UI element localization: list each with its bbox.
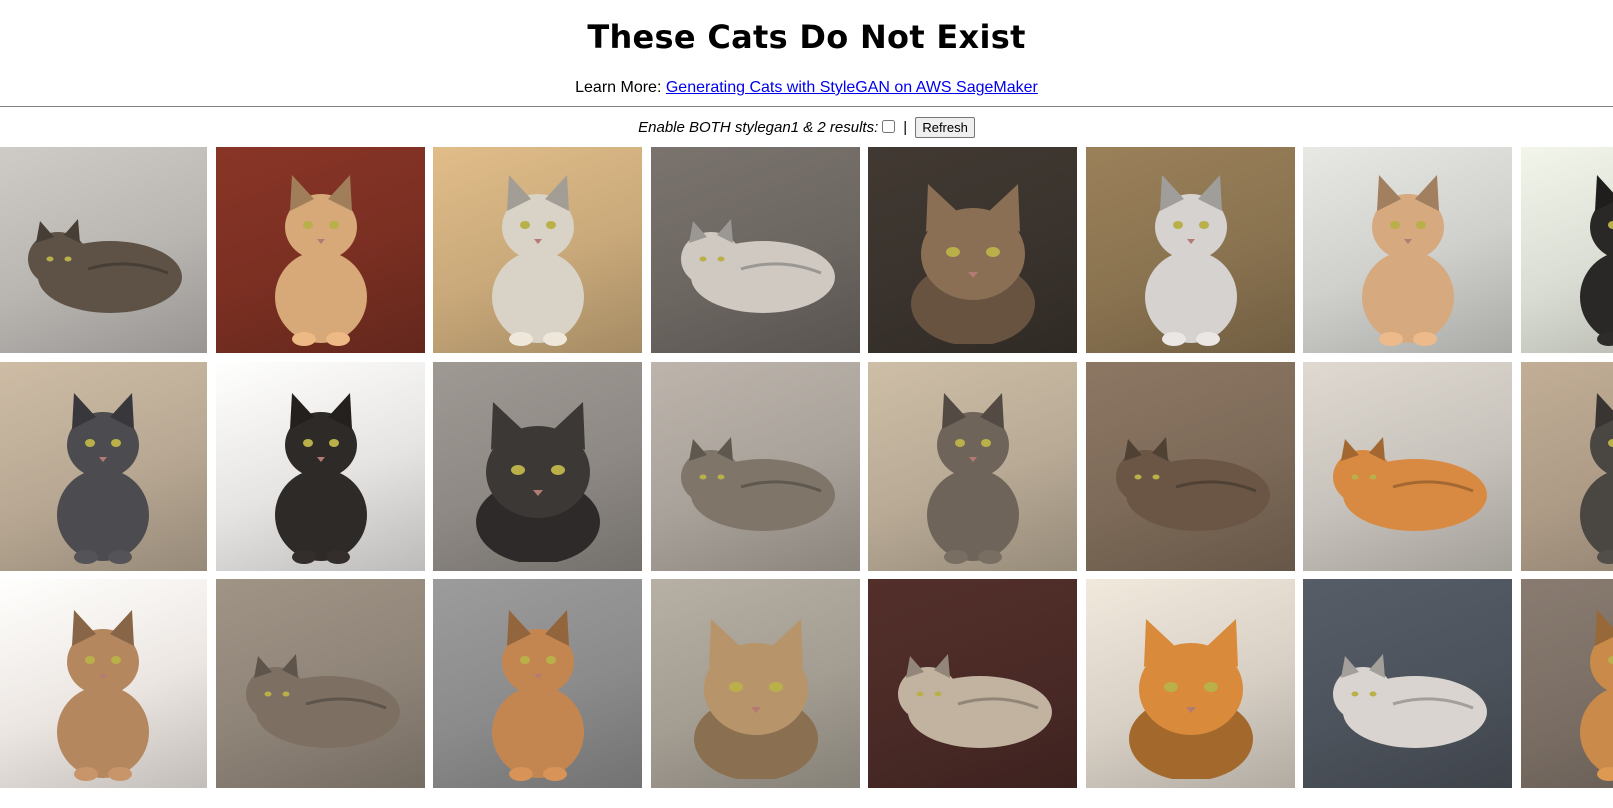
enable-both-label: Enable BOTH stylegan1 & 2 results: (638, 119, 879, 136)
cat-figure (671, 417, 841, 537)
cat-image (1521, 147, 1613, 353)
controls-bar: Enable BOTH stylegan1 & 2 results: | Refr… (0, 117, 1613, 138)
page-title: These Cats Do Not Exist (587, 18, 1026, 56)
cat-image (1521, 579, 1613, 788)
cat-image (1303, 362, 1512, 571)
cat-figure (1116, 609, 1266, 779)
cat-figure (1561, 604, 1613, 784)
cat-figure (1343, 169, 1473, 349)
cat-figure (1323, 417, 1493, 537)
article-link[interactable]: Generating Cats with StyleGAN on AWS Sag… (666, 79, 1038, 96)
cat-image (868, 579, 1077, 788)
cat-image (868, 147, 1077, 353)
separator: | (903, 119, 908, 136)
cat-image (216, 362, 425, 571)
cat-image (216, 147, 425, 353)
cat-image (651, 579, 860, 788)
cat-figure (1561, 169, 1613, 349)
cat-image (216, 579, 425, 788)
cat-figure (1561, 387, 1613, 567)
cat-figure (898, 174, 1048, 344)
cat-image (0, 579, 207, 788)
cat-figure (1106, 417, 1276, 537)
cat-image (433, 147, 642, 353)
cat-figure (463, 392, 613, 562)
cat-figure (38, 604, 168, 784)
cat-image (433, 362, 642, 571)
cat-image (651, 147, 860, 353)
cat-figure (1323, 634, 1493, 754)
cat-image (868, 362, 1077, 571)
cat-figure (681, 609, 831, 779)
cat-figure (38, 387, 168, 567)
cat-image (1303, 579, 1512, 788)
cat-figure (473, 604, 603, 784)
cat-image (0, 362, 207, 571)
cat-image (1086, 579, 1295, 788)
learn-more-line: Learn More: Generating Cats with StyleGA… (0, 79, 1613, 97)
cat-image-grid (0, 147, 1613, 808)
refresh-button[interactable]: Refresh (915, 117, 975, 138)
cat-figure (236, 634, 406, 754)
learn-more-prefix: Learn More: (575, 79, 662, 96)
cat-image (1086, 362, 1295, 571)
cat-figure (256, 169, 386, 349)
cat-figure (1126, 169, 1256, 349)
cat-image (1086, 147, 1295, 353)
cat-figure (473, 169, 603, 349)
cat-image (1303, 147, 1512, 353)
cat-figure (888, 634, 1058, 754)
cat-image (0, 147, 207, 353)
cat-figure (256, 387, 386, 567)
cat-image (651, 362, 860, 571)
cat-image (433, 579, 642, 788)
enable-both-checkbox[interactable] (882, 120, 896, 133)
cat-figure (908, 387, 1038, 567)
cat-figure (671, 199, 841, 319)
horizontal-divider (0, 106, 1613, 107)
cat-image (1521, 362, 1613, 571)
cat-figure (18, 199, 188, 319)
